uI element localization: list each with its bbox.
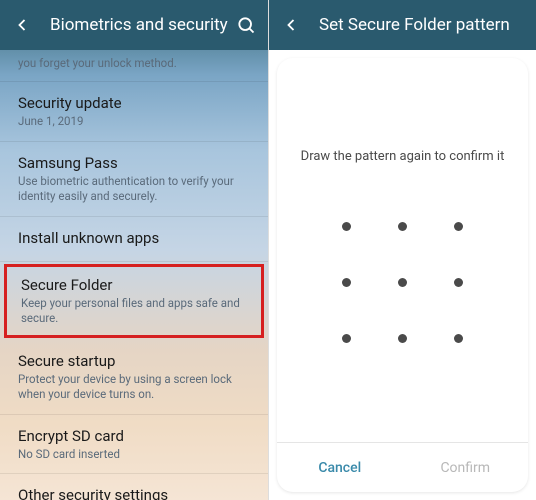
- item-encrypt-sd-card[interactable]: Encrypt SD card No SD card inserted: [0, 415, 268, 475]
- back-icon[interactable]: [281, 15, 301, 35]
- item-title: Security update: [18, 94, 250, 112]
- pattern-dot[interactable]: [342, 334, 351, 343]
- pattern-dot[interactable]: [398, 222, 407, 231]
- pattern-message: Draw the pattern again to confirm it: [301, 149, 505, 164]
- item-title: Samsung Pass: [18, 154, 250, 172]
- truncated-item[interactable]: you forget your unlock method.: [0, 50, 268, 82]
- pattern-dot[interactable]: [342, 278, 351, 287]
- header-left: Biometrics and security: [0, 0, 268, 50]
- pattern-dot[interactable]: [454, 222, 463, 231]
- item-other-security[interactable]: Other security settings Change other sec…: [0, 474, 268, 500]
- item-secure-folder[interactable]: Secure Folder Keep your personal files a…: [4, 264, 264, 338]
- pattern-dot[interactable]: [342, 222, 351, 231]
- settings-list[interactable]: you forget your unlock method. Security …: [0, 50, 268, 500]
- item-sub: Use biometric authentication to verify y…: [18, 174, 250, 204]
- item-sub: you forget your unlock method.: [18, 56, 250, 71]
- item-title: Secure Folder: [21, 276, 247, 294]
- pattern-dot[interactable]: [398, 278, 407, 287]
- item-title: Other security settings: [18, 486, 250, 500]
- item-title: Install unknown apps: [18, 229, 250, 247]
- pattern-body: Draw the pattern again to confirm it: [277, 58, 528, 442]
- pattern-grid[interactable]: [319, 199, 487, 367]
- item-security-update[interactable]: Security update June 1, 2019: [0, 82, 268, 142]
- settings-screen: Biometrics and security you forget your …: [0, 0, 268, 500]
- pattern-dot[interactable]: [454, 278, 463, 287]
- item-secure-startup[interactable]: Secure startup Protect your device by us…: [0, 340, 268, 415]
- header-title-left: Biometrics and security: [50, 15, 228, 35]
- header-title-right: Set Secure Folder pattern: [319, 15, 510, 35]
- item-sub: June 1, 2019: [18, 114, 250, 129]
- cancel-button[interactable]: Cancel: [277, 443, 403, 492]
- search-icon[interactable]: [236, 15, 256, 35]
- pattern-dot[interactable]: [398, 334, 407, 343]
- pattern-screen: Set Secure Folder pattern Draw the patte…: [268, 0, 536, 500]
- header-right: Set Secure Folder pattern: [269, 0, 536, 50]
- item-title: Secure startup: [18, 352, 250, 370]
- confirm-button[interactable]: Confirm: [403, 443, 529, 492]
- pattern-actions: Cancel Confirm: [277, 442, 528, 492]
- pattern-dot[interactable]: [454, 334, 463, 343]
- item-install-unknown-apps[interactable]: Install unknown apps: [0, 217, 268, 262]
- item-sub: No SD card inserted: [18, 447, 250, 462]
- item-sub: Keep your personal files and apps safe a…: [21, 296, 247, 326]
- item-sub: Protect your device by using a screen lo…: [18, 372, 250, 402]
- pattern-card: Draw the pattern again to confirm it Can…: [277, 58, 528, 492]
- item-title: Encrypt SD card: [18, 427, 250, 445]
- back-icon[interactable]: [12, 15, 32, 35]
- item-samsung-pass[interactable]: Samsung Pass Use biometric authenticatio…: [0, 142, 268, 217]
